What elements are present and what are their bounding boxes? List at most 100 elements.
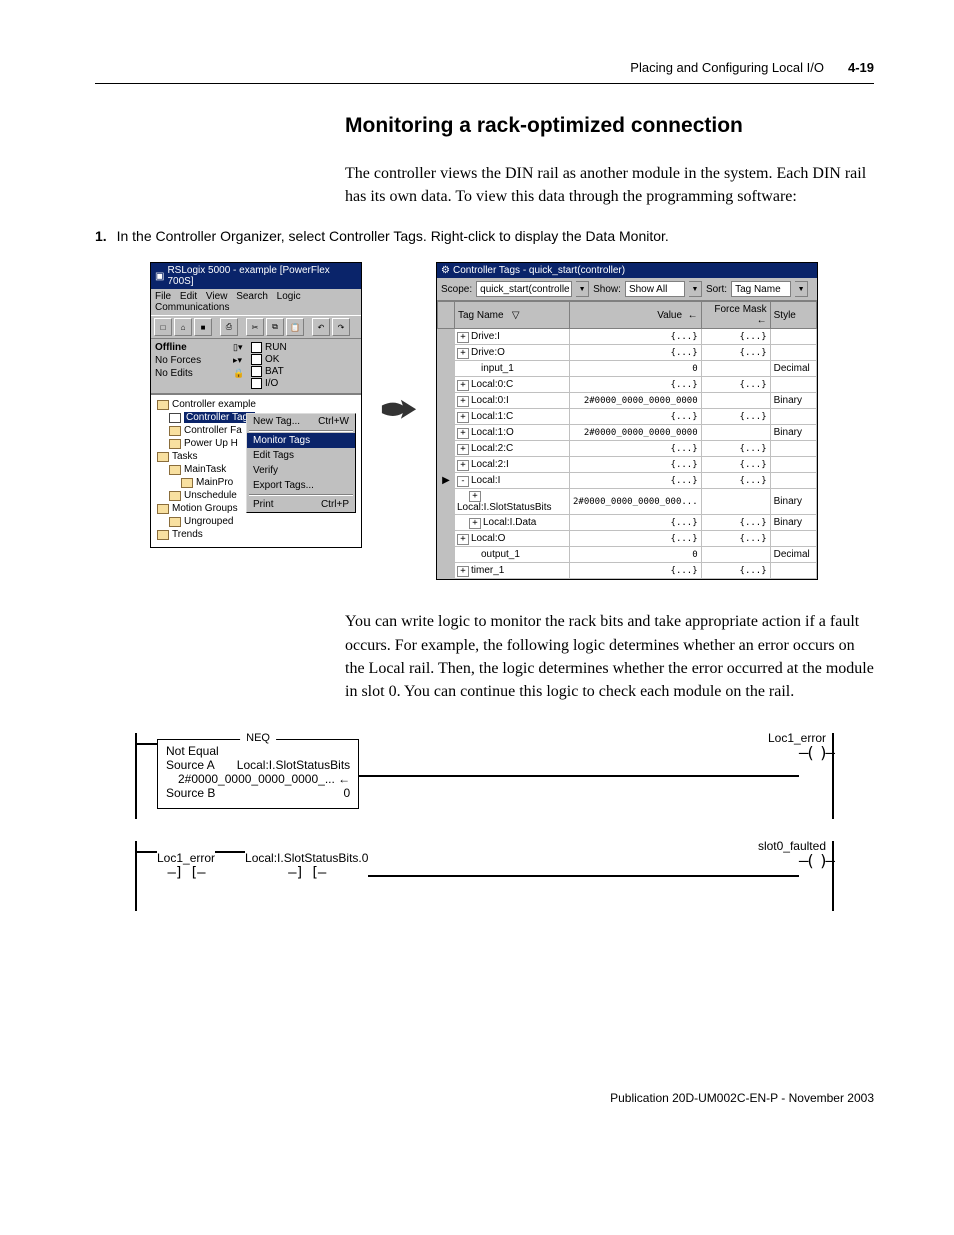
run-checkbox[interactable] xyxy=(251,342,262,353)
table-row[interactable]: +Local:0:I2#0000_0000_0000_0000Binary xyxy=(438,393,817,409)
toolbar: □ ⌂ ■ ⎙ ✂ ⧉ 📋 ↶ ↷ xyxy=(151,315,361,339)
table-row[interactable]: +timer_1{...}{...} xyxy=(438,563,817,579)
col-pointer xyxy=(438,302,455,329)
menu-comm[interactable]: Communications xyxy=(155,302,229,313)
table-row[interactable]: +Local:O{...}{...} xyxy=(438,531,817,547)
table-row[interactable]: input_10Decimal xyxy=(438,361,817,377)
copy-icon[interactable]: ⧉ xyxy=(266,318,284,336)
footer-publication: Publication 20D-UM002C-EN-P - November 2… xyxy=(95,1091,874,1105)
controller-tags-window: ⚙ Controller Tags - quick_start(controll… xyxy=(436,262,818,580)
coil-slot0faulted: slot0_faulted ―( )― xyxy=(799,851,832,901)
ctx-export[interactable]: Export Tags... xyxy=(247,478,355,493)
col-tagname[interactable]: Tag Name ▽ xyxy=(455,302,570,329)
tags-table[interactable]: Tag Name ▽ Value ← Force Mask ← Style +D… xyxy=(437,301,817,579)
coil-label: Loc1_error xyxy=(768,731,826,745)
chevron-down-icon[interactable]: ▼ xyxy=(576,281,589,297)
chapter-title: Placing and Configuring Local I/O xyxy=(630,60,824,75)
ctx-new-tag[interactable]: New Tag...Ctrl+W xyxy=(247,414,355,429)
coil-loc1error: Loc1_error ―( )― xyxy=(799,743,832,809)
scope-label: Scope: xyxy=(441,284,472,295)
contact-label: Loc1_error xyxy=(157,851,215,865)
open-icon[interactable]: ⌂ xyxy=(174,318,192,336)
menu-file[interactable]: File xyxy=(155,291,171,302)
menu-search[interactable]: Search xyxy=(236,291,268,302)
arrow-icon xyxy=(380,396,418,428)
header-rule xyxy=(95,83,874,84)
menu-logic[interactable]: Logic xyxy=(277,291,301,302)
chevron-down-icon[interactable]: ▼ xyxy=(795,281,808,297)
paste-icon[interactable]: 📋 xyxy=(286,318,304,336)
table-row[interactable]: output_10Decimal xyxy=(438,547,817,563)
ok-checkbox[interactable] xyxy=(251,354,262,365)
menubar[interactable]: File Edit View Search Logic Communicatio… xyxy=(151,289,361,315)
neq-srcB-label: Source B xyxy=(166,786,215,800)
io-label: I/O xyxy=(265,378,278,389)
table-row[interactable]: +Local:2:I{...}{...} xyxy=(438,457,817,473)
window-title: Controller Tags - quick_start(controller… xyxy=(453,265,625,276)
arrow-icon: ▸▾ xyxy=(233,355,251,366)
ctx-edit-tags[interactable]: Edit Tags xyxy=(247,448,355,463)
table-row[interactable]: +Local:1:C{...}{...} xyxy=(438,409,817,425)
ctx-monitor-tags[interactable]: Monitor Tags xyxy=(247,433,355,448)
gear-icon: ⚙ xyxy=(441,265,450,276)
contact-icon: ―] [― xyxy=(167,865,204,881)
scope-select[interactable]: quick_start(controlle xyxy=(476,281,572,297)
sort-label: Sort: xyxy=(706,284,727,295)
step-text: In the Controller Organizer, select Cont… xyxy=(117,228,669,244)
contact-slotstatus0: Local:I.SlotStatusBits.0 ―] [― xyxy=(245,851,368,901)
window-title: RSLogix 5000 - example [PowerFlex 700S] xyxy=(167,265,357,287)
key-icon: ▯▾ xyxy=(233,342,251,353)
intro-paragraph: The controller views the DIN rail as ano… xyxy=(345,162,874,208)
save-icon[interactable]: ■ xyxy=(194,318,212,336)
ctx-print[interactable]: PrintCtrl+P xyxy=(247,497,355,512)
screenshot-row: ▣ RSLogix 5000 - example [PowerFlex 700S… xyxy=(150,262,874,580)
neq-srcA-value: Local:I.SlotStatusBits xyxy=(237,758,350,772)
redo-icon[interactable]: ↷ xyxy=(332,318,350,336)
show-select[interactable]: Show All xyxy=(625,281,685,297)
col-force[interactable]: Force Mask ← xyxy=(701,302,770,329)
rung-1: NEQ Not Equal Source ALocal:I.SlotStatus… xyxy=(135,733,834,819)
col-style[interactable]: Style xyxy=(770,302,816,329)
table-row[interactable]: +Local:I.Data{...}{...}Binary xyxy=(438,515,817,531)
lock-icon: 🔒 xyxy=(233,368,251,379)
app-icon: ▣ xyxy=(155,271,164,282)
neq-srcA-label: Source A xyxy=(166,758,215,772)
menu-view[interactable]: View xyxy=(206,291,228,302)
col-value[interactable]: Value ← xyxy=(570,302,702,329)
print-icon[interactable]: ⎙ xyxy=(220,318,238,336)
table-row[interactable]: +Local:1:O2#0000_0000_0000_0000Binary xyxy=(438,425,817,441)
table-row[interactable]: ▶-Local:I{...}{...} xyxy=(438,473,817,489)
table-row[interactable]: +Local:2:C{...}{...} xyxy=(438,441,817,457)
neq-mnemonic: NEQ xyxy=(240,732,276,744)
tree-ungrouped[interactable]: Ungrouped xyxy=(153,515,359,528)
context-menu[interactable]: New Tag...Ctrl+W Monitor Tags Edit Tags … xyxy=(246,413,356,513)
chevron-down-icon[interactable]: ▼ xyxy=(689,281,702,297)
new-icon[interactable]: □ xyxy=(154,318,172,336)
bat-checkbox[interactable] xyxy=(251,366,262,377)
ctx-verify[interactable]: Verify xyxy=(247,463,355,478)
tree-controller[interactable]: Controller example xyxy=(153,398,359,411)
titlebar: ▣ RSLogix 5000 - example [PowerFlex 700S… xyxy=(151,263,361,289)
filter-bar: Scope: quick_start(controlle▼ Show: Show… xyxy=(437,278,817,301)
cut-icon[interactable]: ✂ xyxy=(246,318,264,336)
step-number: 1. xyxy=(95,228,107,244)
rslogix-window: ▣ RSLogix 5000 - example [PowerFlex 700S… xyxy=(150,262,362,548)
controller-organizer[interactable]: Controller example Controller Tags Contr… xyxy=(151,394,361,547)
io-checkbox[interactable] xyxy=(251,378,262,389)
tree-trends[interactable]: Trends xyxy=(153,528,359,541)
menu-edit[interactable]: Edit xyxy=(180,291,197,302)
ladder-diagram: NEQ Not Equal Source ALocal:I.SlotStatus… xyxy=(135,733,834,911)
sort-select[interactable]: Tag Name xyxy=(731,281,791,297)
rung-2: Loc1_error ―] [― Local:I.SlotStatusBits.… xyxy=(135,841,834,911)
contact-label: Local:I.SlotStatusBits.0 xyxy=(245,851,368,865)
titlebar: ⚙ Controller Tags - quick_start(controll… xyxy=(437,263,817,278)
table-row[interactable]: +Drive:I{...}{...} xyxy=(438,329,817,345)
body-paragraph-2: You can write logic to monitor the rack … xyxy=(345,610,874,703)
table-row[interactable]: +Local:0:C{...}{...} xyxy=(438,377,817,393)
back-arrow-icon: ← xyxy=(338,772,350,786)
undo-icon[interactable]: ↶ xyxy=(312,318,330,336)
table-row[interactable]: +Local:I.SlotStatusBits2#0000_0000_0000_… xyxy=(438,489,817,515)
step-1: 1. In the Controller Organizer, select C… xyxy=(95,228,874,244)
contact-icon: ―] [― xyxy=(288,865,325,881)
table-row[interactable]: +Drive:O{...}{...} xyxy=(438,345,817,361)
